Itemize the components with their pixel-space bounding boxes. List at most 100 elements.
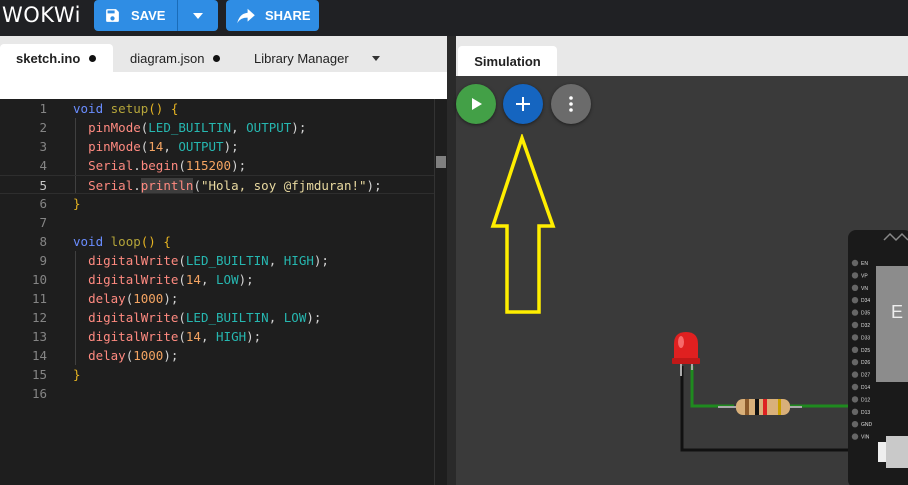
- board-pin: [851, 259, 859, 267]
- line-number: 4: [39, 158, 47, 173]
- board-pin-label: D32: [861, 323, 870, 329]
- tab-library-manager[interactable]: Library Manager: [254, 44, 349, 72]
- code-line[interactable]: 1 void setup() {: [0, 99, 434, 118]
- code-line[interactable]: 2 pinMode(LED_BUILTIN, OUTPUT);: [0, 118, 434, 137]
- code-line[interactable]: 12 digitalWrite(LED_BUILTIN, LOW);: [0, 308, 434, 327]
- line-number: 7: [39, 215, 47, 230]
- board-pin: [851, 334, 859, 341]
- line-number: 12: [31, 310, 47, 325]
- code-line[interactable]: 4 Serial.begin(115200);: [0, 156, 434, 175]
- unsaved-dot-icon: [89, 54, 97, 62]
- code-editor[interactable]: 1 void setup() {2 pinMode(LED_BUILTIN, OU…: [0, 99, 434, 485]
- board-pin-label: D34: [861, 298, 870, 304]
- share-button[interactable]: SHARE: [226, 0, 319, 31]
- code-line[interactable]: 13 digitalWrite(14, HIGH);: [0, 327, 434, 346]
- simulation-canvas[interactable]: E EN VP VN D34 D35 D32 D33 D25 D26 D27 D14 D12 D13 GN…: [456, 76, 908, 485]
- esp32-board: E: [848, 230, 908, 485]
- code-line[interactable]: 5 Serial.println("Hola, soy @fjmduran!")…: [0, 175, 434, 194]
- code-line[interactable]: 11 delay(1000);: [0, 289, 434, 308]
- chevron-down-icon: [193, 12, 203, 19]
- board-pin-label: VP: [861, 273, 868, 279]
- board-pin: [851, 321, 859, 329]
- tab-label: sketch.ino: [16, 50, 81, 66]
- simulation-tab-strip: Simulation: [456, 36, 908, 76]
- code-line[interactable]: 14 delay(1000);: [0, 346, 434, 365]
- save-options-dropdown[interactable]: [178, 0, 218, 31]
- editor-tab-strip: sketch.ino diagram.json Library Manager: [0, 36, 447, 72]
- code-line[interactable]: 3 pinMode(14, OUTPUT);: [0, 137, 434, 156]
- tab-label: Library Manager: [254, 50, 349, 66]
- chip-label: E: [891, 302, 903, 322]
- board-pin: [851, 421, 859, 428]
- code-text: }: [73, 367, 81, 382]
- code-text: digitalWrite(LED_BUILTIN, LOW);: [88, 310, 322, 325]
- share-label: SHARE: [265, 8, 311, 23]
- code-line[interactable]: 16: [0, 384, 434, 403]
- line-number: 14: [31, 348, 47, 363]
- code-text: pinMode(14, OUTPUT);: [88, 139, 239, 154]
- board-pin-label: D14: [861, 385, 870, 391]
- board-pin-label: D13: [861, 410, 870, 416]
- pane-divider[interactable]: [447, 36, 456, 485]
- red-led: [672, 332, 700, 376]
- board-pin-label: VIN: [861, 435, 870, 441]
- green-wire: [690, 366, 734, 408]
- code-line[interactable]: 15}: [0, 365, 434, 384]
- top-bar: WOKWi SAVE SHARE: [0, 0, 908, 36]
- code-text: pinMode(LED_BUILTIN, OUTPUT);: [88, 120, 307, 135]
- board-pin: [851, 408, 859, 415]
- board-pin: [851, 346, 859, 353]
- code-text: Serial.begin(115200);: [88, 158, 247, 173]
- board-pin: [851, 284, 859, 291]
- board-pin-label: D25: [861, 348, 870, 354]
- resistor: [718, 399, 802, 415]
- board-pin: [851, 383, 859, 391]
- tab-label: diagram.json: [130, 50, 205, 66]
- board-pin-label: D35: [861, 311, 870, 317]
- tab-diagram-json[interactable]: diagram.json: [130, 44, 221, 72]
- code-text: Serial.println("Hola, soy @fjmduran!");: [88, 178, 382, 193]
- board-pin-label: D12: [861, 397, 870, 403]
- board-pin: [851, 396, 859, 403]
- line-number: 6: [39, 196, 47, 211]
- save-button-group: SAVE: [94, 0, 218, 31]
- board-pin: [851, 297, 859, 304]
- line-number: 3: [39, 139, 47, 154]
- save-label: SAVE: [131, 8, 166, 23]
- code-text: digitalWrite(14, LOW);: [88, 272, 254, 287]
- board-pin-label: VN: [861, 286, 868, 292]
- board-pin-label: EN: [861, 261, 868, 267]
- code-line[interactable]: 6}: [0, 194, 434, 213]
- unsaved-dot-icon: [213, 54, 221, 62]
- code-line[interactable]: 7: [0, 213, 434, 232]
- editor-scrollbar[interactable]: [434, 99, 448, 485]
- editor-tab-panel: sketch.ino diagram.json Library Manager: [0, 36, 447, 99]
- tabs-menu-chevron-icon[interactable]: [372, 56, 380, 61]
- line-number: 1: [39, 101, 47, 116]
- board-pin: [851, 359, 859, 366]
- line-number: 2: [39, 120, 47, 135]
- line-number: 16: [31, 386, 47, 401]
- wokwi-logo[interactable]: WOKWi: [2, 3, 81, 27]
- board-pin: [851, 371, 859, 378]
- line-number: 8: [39, 234, 47, 249]
- line-number: 10: [31, 272, 47, 287]
- line-number: 11: [31, 291, 47, 306]
- code-line[interactable]: 10 digitalWrite(14, LOW);: [0, 270, 434, 289]
- save-button[interactable]: SAVE: [94, 0, 177, 31]
- circuit-diagram: E EN VP VN D34 D35 D32 D33 D25 D26 D27 D14 D12 D13 GN…: [672, 230, 908, 485]
- line-number: 9: [39, 253, 47, 268]
- code-text: delay(1000);: [88, 348, 179, 363]
- code-line[interactable]: 8 void loop() {: [0, 232, 434, 251]
- tab-simulation[interactable]: Simulation: [458, 46, 557, 76]
- code-text: void loop() {: [73, 234, 171, 249]
- line-number: 15: [31, 367, 47, 382]
- board-pin-label: D27: [861, 373, 870, 379]
- line-number: 13: [31, 329, 47, 344]
- board-pin-label: D26: [861, 360, 870, 366]
- share-icon: [237, 8, 255, 23]
- save-icon: [106, 9, 119, 22]
- code-line[interactable]: 9 digitalWrite(LED_BUILTIN, HIGH);: [0, 251, 434, 270]
- board-pin: [851, 309, 859, 316]
- tab-sketch-ino[interactable]: sketch.ino: [0, 44, 113, 72]
